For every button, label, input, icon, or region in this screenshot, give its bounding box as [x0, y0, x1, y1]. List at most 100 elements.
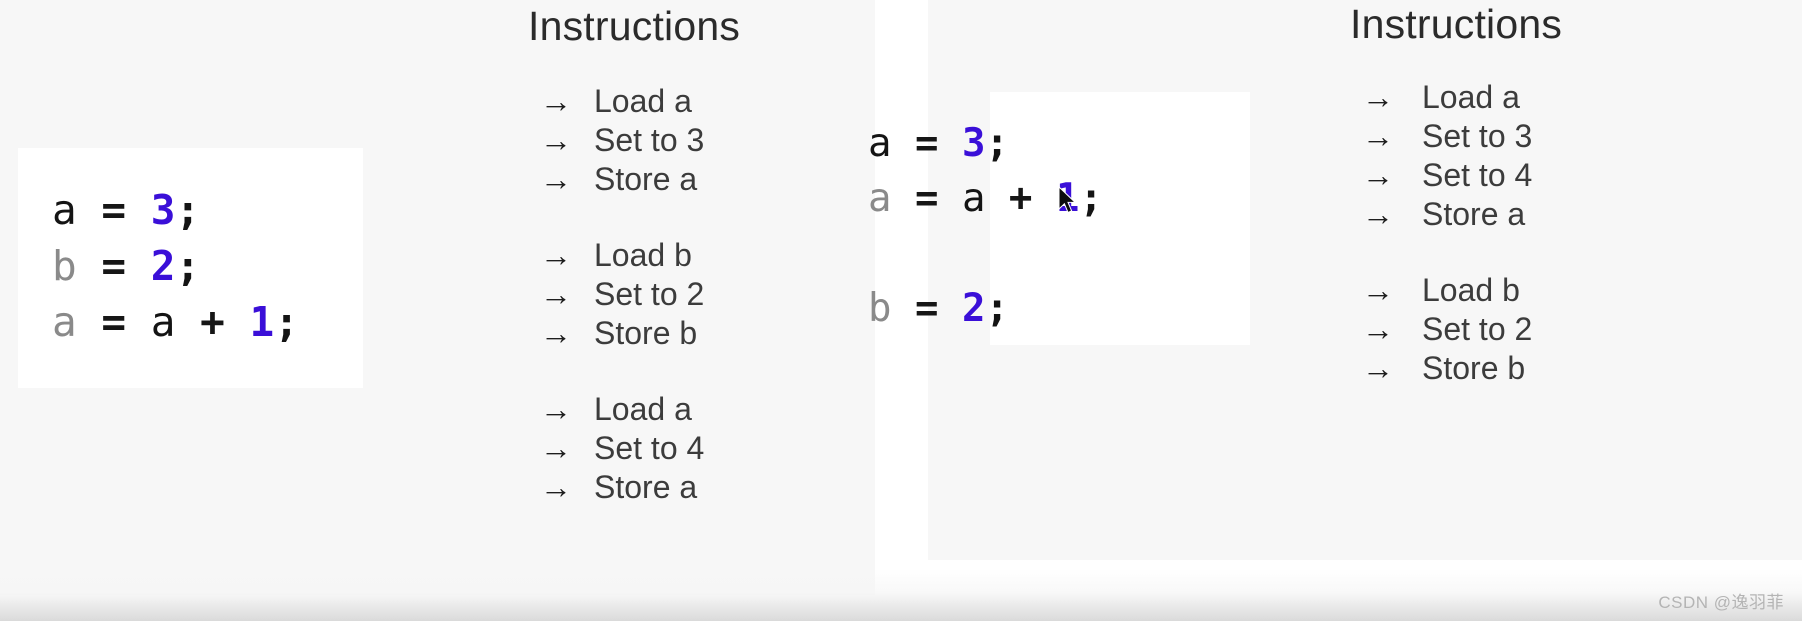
code-token-semi: ; — [274, 298, 299, 346]
code-line: a = 3; — [52, 182, 299, 238]
instruction-row: → Set to 3 — [1350, 117, 1802, 156]
arrow-right-icon: → — [1362, 157, 1394, 193]
arrow-right-icon: → — [540, 430, 572, 466]
code-token-var-gray: a — [868, 176, 892, 221]
bottom-fade-overlay — [0, 569, 1802, 621]
arrow-right-icon: → — [540, 276, 572, 312]
instruction-row: → Store a — [1350, 195, 1802, 234]
instruction-row: → Set to 4 — [1350, 156, 1802, 195]
left-source-code-block: a = 3; b = 2; a = a + 1; — [52, 182, 299, 350]
instruction-row: → Set to 2 — [525, 275, 875, 314]
instruction-row: → Load a — [525, 390, 875, 429]
code-line: b = 2; — [868, 281, 1103, 336]
arrow-right-icon: → — [540, 391, 572, 427]
code-token-num: 3 — [961, 121, 986, 166]
code-token-op: + — [200, 298, 225, 346]
instruction-group: → Load b → Set to 2 → Store b — [525, 236, 875, 353]
instruction-group: → Load b → Set to 2 → Store b — [1350, 271, 1802, 388]
code-token-var-dark: a — [150, 298, 176, 346]
code-token-num: 2 — [150, 242, 176, 290]
code-token-var-gray: b — [868, 286, 892, 331]
code-token-op: = — [101, 242, 127, 290]
code-token-var-dark: a — [961, 176, 986, 221]
instruction-row: → Load a — [1350, 78, 1802, 117]
code-token-num: 1 — [249, 298, 275, 346]
instruction-row: → Store b — [525, 314, 875, 353]
code-token-semi: ; — [985, 286, 1009, 331]
code-token-var-dark: a — [52, 186, 77, 234]
instruction-label: Set to 2 — [1422, 311, 1533, 347]
code-token-var-gray: b — [52, 242, 77, 290]
watermark-label: CSDN @逸羽菲 — [1658, 593, 1784, 612]
instruction-label: Store a — [594, 469, 698, 505]
arrow-right-icon: → — [540, 161, 572, 197]
arrow-right-icon: → — [540, 83, 572, 119]
instruction-row: → Store a — [525, 160, 875, 199]
arrow-right-icon: → — [540, 469, 572, 505]
right-instructions-groups: → Load a → Set to 3 → Set to 4 → Store a → Load b… — [1350, 78, 1802, 388]
code-token-op: = — [101, 186, 127, 234]
code-token-op: = — [914, 286, 939, 331]
code-token-op: = — [101, 298, 127, 346]
instruction-label: Set to 3 — [594, 122, 705, 158]
instruction-row: → Store a — [525, 468, 875, 507]
instruction-label: Set to 3 — [1422, 118, 1533, 154]
code-token-semi: ; — [175, 242, 201, 290]
instruction-label: Load b — [1422, 272, 1520, 308]
arrow-right-icon: → — [1362, 311, 1394, 347]
right-instructions-title: Instructions — [1350, 1, 1563, 47]
arrow-right-icon: → — [540, 237, 572, 273]
left-instructions-groups: → Load a → Set to 3 → Store a → Load b → Set to 2… — [525, 82, 875, 507]
right-source-code-block: a = 3; a = a + 1; b = 2; — [868, 116, 1103, 336]
code-token-num: 2 — [961, 286, 986, 331]
left-instructions-column: Instructions → Load a → Set to 3 → Store a → Lo… — [525, 2, 875, 507]
instruction-label: Load a — [594, 83, 692, 119]
instruction-label: Load b — [594, 237, 692, 273]
code-line: b = 2; — [52, 238, 299, 294]
instruction-label: Set to 4 — [594, 430, 705, 466]
instruction-row: → Set to 4 — [525, 429, 875, 468]
instruction-label: Store a — [594, 161, 698, 197]
code-line: a = a + 1; — [52, 294, 299, 350]
code-line: a = a + 1; — [868, 171, 1103, 226]
code-token-op: + — [1008, 176, 1033, 221]
instruction-row: → Set to 3 — [525, 121, 875, 160]
code-token-num: 1 — [1055, 176, 1080, 221]
instruction-group: → Load a → Set to 3 → Set to 4 → Store a — [1350, 78, 1802, 234]
instruction-label: Set to 2 — [594, 276, 705, 312]
arrow-right-icon: → — [1362, 272, 1394, 308]
instruction-row: → Load b — [525, 236, 875, 275]
code-line: a = 3; — [868, 116, 1103, 171]
instruction-label: Store b — [1422, 350, 1526, 386]
instruction-row: → Load a — [525, 82, 875, 121]
code-token-semi: ; — [1079, 176, 1103, 221]
code-token-op: = — [914, 121, 939, 166]
instruction-label: Load a — [1422, 79, 1520, 115]
left-instructions-title: Instructions — [528, 3, 741, 49]
arrow-right-icon: → — [1362, 196, 1394, 232]
instruction-label: Store b — [594, 315, 698, 351]
code-token-semi: ; — [985, 121, 1009, 166]
arrow-right-icon: → — [1362, 118, 1394, 154]
instruction-label: Set to 4 — [1422, 157, 1533, 193]
instruction-label: Load a — [594, 391, 692, 427]
code-token-num: 3 — [150, 186, 176, 234]
instruction-row: → Load b — [1350, 271, 1802, 310]
code-token-var-dark: a — [868, 121, 892, 166]
instruction-group: → Load a → Set to 4 → Store a — [525, 390, 875, 507]
